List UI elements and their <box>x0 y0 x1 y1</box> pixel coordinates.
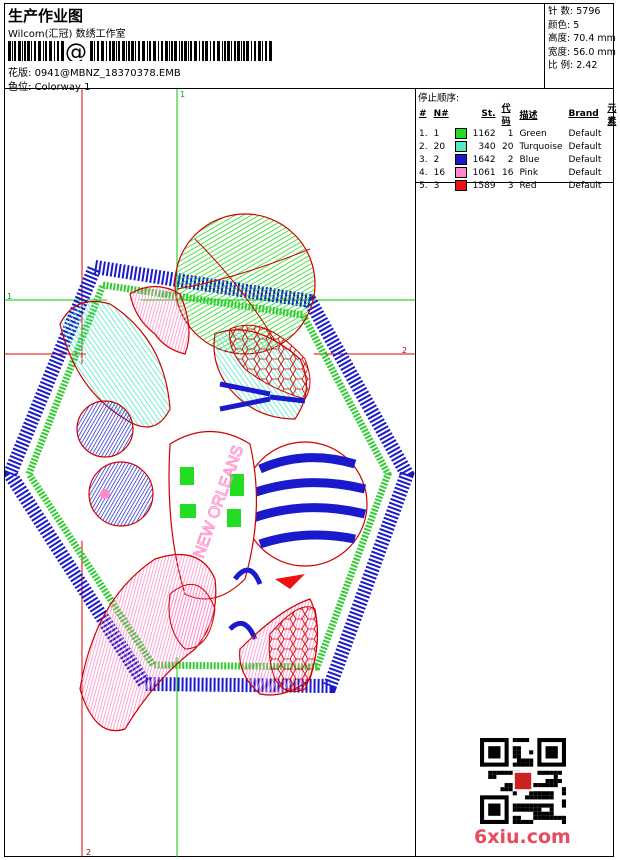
file-line: 花版: 0941@MBNZ_18370378.EMB <box>8 64 181 79</box>
col-code: 代码 <box>501 104 511 127</box>
cell-code: 16 <box>502 167 514 178</box>
stat-scale: 比 例: 2.42 <box>548 60 598 71</box>
cell-stitches: 340 <box>478 141 496 152</box>
stat-height: 高度: 70.4 mm <box>548 33 616 44</box>
cell-element <box>604 179 620 192</box>
col-desc: 描述 <box>519 110 538 121</box>
header: 生产作业图 Wilcom(汇冠) 数绣工作室 @ 花版: 0941@MBNZ_1… <box>5 4 545 93</box>
blue-eye-lower <box>88 461 154 527</box>
watermark-logo: 6xiu.com <box>474 826 571 848</box>
cell-needle: 2 <box>433 154 440 165</box>
color-swatch <box>454 128 467 139</box>
stat-stitches: 针 数: 5796 <box>548 6 601 17</box>
cell-element <box>604 153 620 166</box>
col-brand: Brand <box>568 109 599 119</box>
barcode-at: @ <box>65 41 87 61</box>
cell-index: 4. <box>419 167 428 178</box>
guide-label-left: 1 <box>7 292 12 301</box>
watermark-logo-text: 6xiu.com <box>474 826 571 848</box>
cell-brand: Default <box>568 154 602 165</box>
cell-swatch <box>452 127 470 140</box>
cell-stitches: 1061 <box>472 167 496 178</box>
qr-center-seal <box>514 772 532 790</box>
cell-index: 3. <box>419 154 428 165</box>
blue-eye-upper <box>76 400 134 458</box>
table-header-row: # N# St. 代码 描述 Brand 元素 <box>416 101 620 127</box>
cell-brand: Default <box>568 141 602 152</box>
cell-desc: Red <box>519 180 537 191</box>
table-row: 4. 16 1061 16 Pink Default <box>416 166 620 179</box>
cell-brand: Default <box>568 128 602 139</box>
cell-desc: Blue <box>519 154 540 165</box>
page-title: 生产作业图 <box>8 7 84 25</box>
color-swatch <box>454 180 467 191</box>
cell-index: 2. <box>419 141 428 152</box>
guide-label-top: 1 <box>180 90 185 99</box>
cell-swatch <box>452 166 470 179</box>
barcode: @ <box>8 41 272 61</box>
cell-needle: 3 <box>433 180 440 191</box>
color-swatch <box>454 167 467 178</box>
cell-index: 5. <box>419 180 428 191</box>
table-row: 2. 20 340 20 Turquoise Default <box>416 140 620 153</box>
cell-code: 1 <box>507 128 514 139</box>
cell-desc: Green <box>519 128 547 139</box>
cell-code: 20 <box>502 141 514 152</box>
table-row: 3. 2 1642 2 Blue Default <box>416 153 620 166</box>
table-row: 5. 3 1589 3 Red Default <box>416 179 620 192</box>
cell-swatch <box>452 140 470 153</box>
cell-stitches: 1162 <box>472 128 496 139</box>
cell-code: 2 <box>507 154 514 165</box>
cell-swatch <box>452 153 470 166</box>
stat-colors: 颜色: 5 <box>548 19 580 31</box>
cell-needle: 1 <box>433 128 440 139</box>
cell-stitches: 1589 <box>472 180 496 191</box>
guide-label-right: 2 <box>402 346 407 355</box>
col-color <box>452 101 470 127</box>
col-needle: N# <box>433 109 449 119</box>
cell-needle: 16 <box>433 167 446 178</box>
cell-needle: 20 <box>433 141 446 152</box>
cell-stitches: 1642 <box>472 154 496 165</box>
cell-index: 1. <box>419 128 428 139</box>
col-index: # <box>419 109 427 119</box>
guide-label-bottom: 2 <box>86 848 91 857</box>
cell-desc: Turquoise <box>519 141 563 152</box>
cell-swatch <box>452 179 470 192</box>
header-divider <box>544 3 545 88</box>
cell-brand: Default <box>568 180 602 191</box>
stop-sequence-table: # N# St. 代码 描述 Brand 元素 1. 1 1162 1 Green Def… <box>416 101 620 192</box>
company-name: Wilcom(汇冠) 数绣工作室 <box>8 29 126 40</box>
color-swatch <box>454 154 467 165</box>
cell-element <box>604 127 620 140</box>
qr-code <box>480 738 566 824</box>
cell-element <box>604 140 620 153</box>
cell-brand: Default <box>568 167 602 178</box>
design-canvas: 1 1 2 2 NEW ORLEANS <box>5 89 415 857</box>
eye-highlight <box>100 489 110 499</box>
cell-code: 3 <box>507 180 514 191</box>
col-element: 元素 <box>607 104 617 127</box>
table-row: 1. 1 1162 1 Green Default <box>416 127 620 140</box>
stats-panel: 针 数: 5796 颜色: 5 高度: 70.4 mm 宽度: 56.0 mm … <box>548 5 616 73</box>
col-stitches: St. <box>481 109 496 119</box>
cell-desc: Pink <box>519 167 539 178</box>
color-swatch <box>454 141 467 152</box>
panel-divider <box>415 89 416 857</box>
stat-width: 宽度: 56.0 mm <box>548 46 616 58</box>
cell-element <box>604 166 620 179</box>
